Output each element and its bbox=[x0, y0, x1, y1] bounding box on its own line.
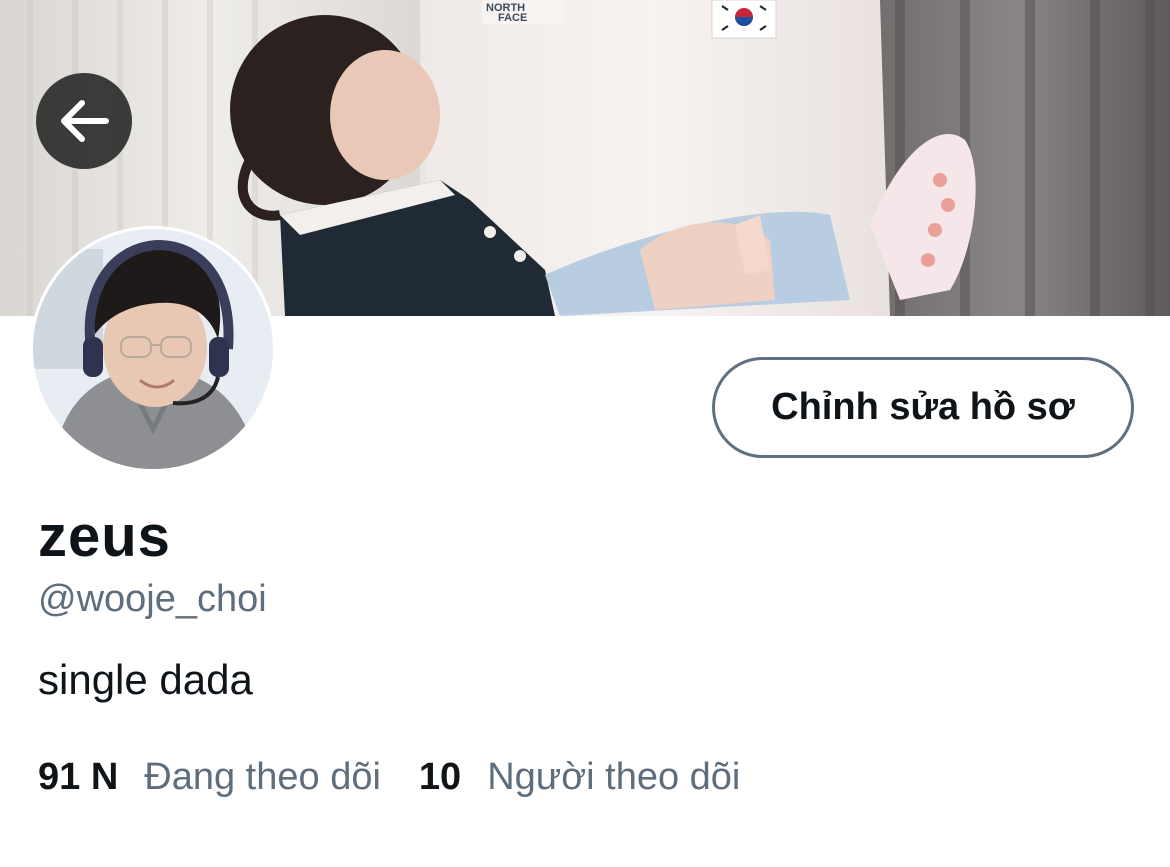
username-handle: @wooje_choi bbox=[38, 578, 267, 620]
avatar[interactable] bbox=[30, 226, 276, 472]
profile-bio: single dada bbox=[38, 656, 253, 703]
following-label: Đang theo dõi bbox=[144, 756, 381, 798]
profile-page: NORTH FACE Chỉnh sửa hồ sơ zeus @wooje_c… bbox=[0, 0, 1170, 867]
edit-profile-button[interactable]: Chỉnh sửa hồ sơ bbox=[712, 357, 1134, 458]
profile-stats: 91 N Đang theo dõi 10 Người theo dõi bbox=[38, 756, 740, 799]
svg-text:FACE: FACE bbox=[498, 12, 527, 24]
back-button[interactable] bbox=[36, 73, 132, 169]
followers-link[interactable]: 10 Người theo dõi bbox=[419, 756, 740, 799]
following-link[interactable]: 91 N Đang theo dõi bbox=[38, 756, 381, 799]
followers-count: 10 bbox=[418, 756, 462, 798]
avatar-photo bbox=[33, 229, 273, 469]
display-name: zeus bbox=[38, 504, 171, 569]
arrow-left-icon bbox=[61, 100, 109, 142]
following-count: 91 N bbox=[38, 756, 119, 798]
followers-label: Người theo dõi bbox=[487, 756, 741, 798]
